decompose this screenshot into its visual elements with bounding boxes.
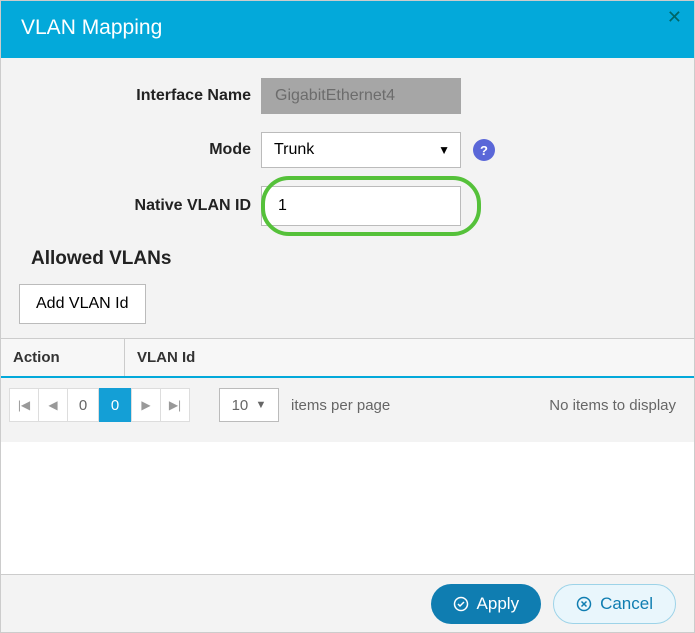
row-native-vlan: Native VLAN ID <box>1 186 694 226</box>
vlan-table: Action VLAN Id |◀ ◀ 0 0 ▶ ▶| 10 ▼ items … <box>1 338 694 432</box>
table-header-row: Action VLAN Id <box>1 339 694 378</box>
col-header-vlan-id: VLAN Id <box>125 339 694 376</box>
close-icon[interactable]: ✕ <box>667 7 682 28</box>
x-circle-icon <box>576 596 592 612</box>
pager-page-0-active[interactable]: 0 <box>99 388 131 422</box>
check-circle-icon <box>453 596 469 612</box>
pager-last-button[interactable]: ▶| <box>160 388 190 422</box>
items-per-page-value: 10 <box>232 397 249 414</box>
col-header-action: Action <box>1 339 125 376</box>
interface-name-field <box>261 78 461 114</box>
cancel-button[interactable]: Cancel <box>553 584 676 624</box>
items-per-page-label: items per page <box>291 397 390 414</box>
table-pager: |◀ ◀ 0 0 ▶ ▶| 10 ▼ items per page No ite… <box>1 378 694 432</box>
row-interface-name: Interface Name <box>1 78 694 114</box>
add-vlan-id-button[interactable]: Add VLAN Id <box>19 284 146 324</box>
mode-select[interactable]: Trunk ▼ <box>261 132 461 168</box>
pager-page-0-inactive[interactable]: 0 <box>67 388 99 422</box>
apply-button[interactable]: Apply <box>431 584 542 624</box>
label-mode: Mode <box>1 141 261 159</box>
dialog-footer: Apply Cancel <box>1 574 694 632</box>
apply-button-label: Apply <box>477 594 520 614</box>
dialog-title: VLAN Mapping <box>21 16 162 39</box>
label-interface-name: Interface Name <box>1 87 261 105</box>
chevron-down-icon: ▼ <box>438 143 450 157</box>
dialog-body: Interface Name Mode Trunk ▼ ? Native VLA… <box>1 58 694 442</box>
items-per-page-select[interactable]: 10 ▼ <box>219 388 279 422</box>
mode-select-value: Trunk <box>274 141 314 159</box>
label-native-vlan: Native VLAN ID <box>1 197 261 215</box>
cancel-button-label: Cancel <box>600 594 653 614</box>
native-vlan-input[interactable] <box>261 186 461 226</box>
empty-state-text: No items to display <box>549 397 676 414</box>
allowed-vlans-heading: Allowed VLANs <box>1 244 694 284</box>
help-icon[interactable]: ? <box>473 139 495 161</box>
pager-prev-button[interactable]: ◀ <box>38 388 68 422</box>
chevron-down-icon: ▼ <box>255 399 266 411</box>
dialog-header: VLAN Mapping ✕ <box>1 1 694 58</box>
pager-first-button[interactable]: |◀ <box>9 388 39 422</box>
pager-next-button[interactable]: ▶ <box>131 388 161 422</box>
row-mode: Mode Trunk ▼ ? <box>1 132 694 168</box>
